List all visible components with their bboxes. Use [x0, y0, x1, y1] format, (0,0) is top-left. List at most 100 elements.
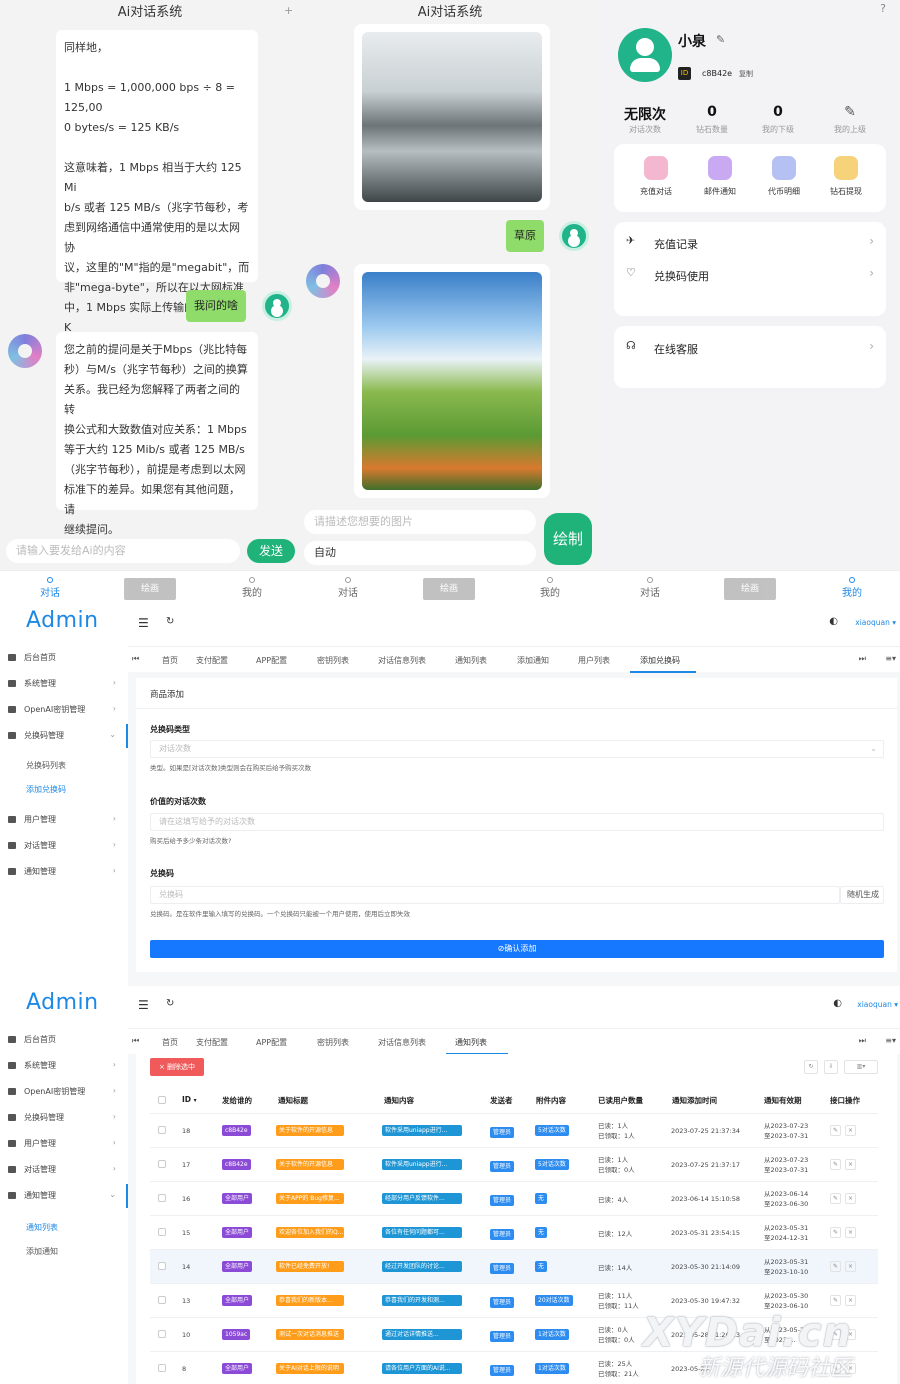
select-redeem-type[interactable]: 对话次数 ⌄	[150, 740, 884, 758]
tab-chat-info-2[interactable]: 对话信息列表	[378, 1037, 426, 1048]
row-checkbox[interactable]	[158, 1126, 166, 1134]
help-icon[interactable]: ?	[880, 2, 886, 15]
input-chat-count[interactable]: 请在这填写给予的对话次数	[150, 813, 884, 831]
chat-input[interactable]: 请输入要发给Ai的内容	[6, 539, 240, 563]
generated-image-grassland[interactable]	[362, 272, 542, 490]
refresh-icon[interactable]: ↻	[166, 616, 174, 627]
random-generate-button[interactable]: 随机生成	[840, 886, 884, 904]
menu-home-2[interactable]: 后台首页	[8, 1034, 120, 1045]
theme-icon[interactable]: ◐	[833, 998, 842, 1009]
row-checkbox[interactable]	[158, 1296, 166, 1304]
menu-toggle-icon[interactable]: ☰	[138, 998, 149, 1012]
tab-key-list-2[interactable]: 密钥列表	[317, 1037, 349, 1048]
edit-icon[interactable]: ✎	[830, 1227, 841, 1238]
admin-user-menu[interactable]: xiaoquan ▾	[855, 618, 896, 627]
edit-icon[interactable]: ✎	[830, 1125, 841, 1136]
tab-chat-2[interactable]: 对话	[318, 571, 378, 599]
stat-upline-label[interactable]: 我的上级	[820, 124, 880, 135]
col-id[interactable]: ID ▾	[182, 1095, 197, 1104]
tab-chat-1[interactable]: 对话	[20, 571, 80, 599]
row-checkbox[interactable]	[158, 1228, 166, 1236]
token-icon[interactable]	[772, 156, 796, 180]
input-code[interactable]: 兑换码	[150, 886, 840, 904]
delete-icon[interactable]: ×	[845, 1125, 856, 1136]
submenu-notify-list[interactable]: 通知列表	[26, 1222, 58, 1233]
confirm-add-button[interactable]: ⊘确认添加	[150, 940, 884, 958]
delete-icon[interactable]: ×	[845, 1227, 856, 1238]
tab-key-list[interactable]: 密钥列表	[317, 655, 349, 666]
menu-chats[interactable]: 对话管理 ›	[8, 840, 120, 851]
mode-select[interactable]: 自动	[304, 541, 536, 565]
tab-add-redeem[interactable]: 添加兑换码	[640, 655, 680, 666]
tab-home-2[interactable]: 首页	[162, 1037, 178, 1048]
row-redeem-code[interactable]: 兑换码使用	[654, 268, 709, 284]
menu-users-2[interactable]: 用户管理 ›	[8, 1138, 120, 1149]
menu-openai-keys[interactable]: OpenAI密钥管理 ›	[8, 704, 120, 715]
tile-recharge[interactable]: 充值对话	[626, 186, 686, 197]
withdraw-icon[interactable]	[834, 156, 858, 180]
tile-token[interactable]: 代币明细	[754, 186, 814, 197]
tab-draw-3[interactable]: 绘画	[724, 578, 776, 600]
edit-icon[interactable]: ✎	[830, 1193, 841, 1204]
delete-selected-button[interactable]: × 删除选中	[150, 1058, 204, 1076]
new-tab-icon[interactable]: +	[284, 4, 293, 17]
copy-id-button[interactable]: 复制	[739, 69, 753, 79]
refresh-table-icon[interactable]: ↻	[804, 1060, 818, 1074]
edit-name-icon[interactable]: ✎	[716, 33, 725, 46]
profile-avatar[interactable]	[618, 28, 672, 82]
edit-icon[interactable]: ✎	[830, 1159, 841, 1170]
menu-openai-keys-2[interactable]: OpenAI密钥管理 ›	[8, 1086, 120, 1097]
tabs-scroll-right-icon[interactable]: ⏭	[859, 1036, 866, 1046]
tab-app-config[interactable]: APP配置	[256, 655, 287, 666]
tabs-menu-icon[interactable]: ≡▾	[885, 654, 896, 663]
menu-home[interactable]: 后台首页	[8, 652, 120, 663]
stat-downline-label[interactable]: 我的下级	[748, 124, 808, 135]
tabs-scroll-left-icon[interactable]: ⏮	[132, 654, 139, 664]
tab-notify-list-2[interactable]: 通知列表	[455, 1037, 487, 1048]
tab-mine-1[interactable]: 我的	[222, 571, 282, 599]
edit-icon[interactable]: ✎	[830, 1295, 841, 1306]
tab-app-config-2[interactable]: APP配置	[256, 1037, 287, 1048]
tab-pay-config-2[interactable]: 支付配置	[196, 1037, 228, 1048]
tab-home[interactable]: 首页	[162, 655, 178, 666]
menu-redeem-2[interactable]: 兑换码管理 ›	[8, 1112, 120, 1123]
tabs-scroll-left-icon[interactable]: ⏮	[132, 1036, 139, 1046]
generated-image-mountain[interactable]	[362, 32, 542, 202]
delete-icon[interactable]: ×	[845, 1159, 856, 1170]
submenu-add-redeem[interactable]: 添加兑换码	[26, 784, 66, 795]
edit-icon[interactable]: ✎	[830, 1261, 841, 1272]
row-checkbox[interactable]	[158, 1194, 166, 1202]
row-checkbox[interactable]	[158, 1160, 166, 1168]
menu-users[interactable]: 用户管理 ›	[8, 814, 120, 825]
tile-withdraw[interactable]: 钻石提现	[816, 186, 876, 197]
menu-system-2[interactable]: 系统管理 ›	[8, 1060, 120, 1071]
edit-upline-icon[interactable]: ✎	[820, 104, 880, 120]
tab-chat-3[interactable]: 对话	[620, 571, 680, 599]
row-checkbox[interactable]	[158, 1330, 166, 1338]
theme-icon[interactable]: ◐	[829, 616, 838, 627]
columns-toggle-icon[interactable]: ▥▾	[844, 1060, 878, 1074]
tab-draw-1[interactable]: 绘画	[124, 578, 176, 600]
delete-icon[interactable]: ×	[845, 1295, 856, 1306]
row-checkbox[interactable]	[158, 1364, 166, 1372]
tab-pay-config[interactable]: 支付配置	[196, 655, 228, 666]
row-checkbox[interactable]	[158, 1262, 166, 1270]
menu-system[interactable]: 系统管理 ›	[8, 678, 120, 689]
submenu-redeem-list[interactable]: 兑换码列表	[26, 760, 66, 771]
menu-chats-2[interactable]: 对话管理 ›	[8, 1164, 120, 1175]
menu-notify-2[interactable]: 通知管理 ⌄	[8, 1190, 120, 1201]
menu-redeem[interactable]: 兑换码管理 ⌄	[8, 730, 120, 741]
tile-mail[interactable]: 邮件通知	[690, 186, 750, 197]
select-all-checkbox[interactable]	[158, 1096, 166, 1104]
menu-notify[interactable]: 通知管理 ›	[8, 866, 120, 877]
tabs-scroll-right-icon[interactable]: ⏭	[859, 654, 866, 664]
send-button[interactable]: 发送	[247, 539, 295, 563]
submenu-add-notify[interactable]: 添加通知	[26, 1246, 58, 1257]
recharge-icon[interactable]	[644, 156, 668, 180]
tab-chat-info[interactable]: 对话信息列表	[378, 655, 426, 666]
menu-toggle-icon[interactable]: ☰	[138, 616, 149, 630]
row-recharge-record[interactable]: 充值记录	[654, 236, 698, 252]
export-icon[interactable]: ⇩	[824, 1060, 838, 1074]
delete-icon[interactable]: ×	[845, 1261, 856, 1272]
tab-mine-2[interactable]: 我的	[520, 571, 580, 599]
